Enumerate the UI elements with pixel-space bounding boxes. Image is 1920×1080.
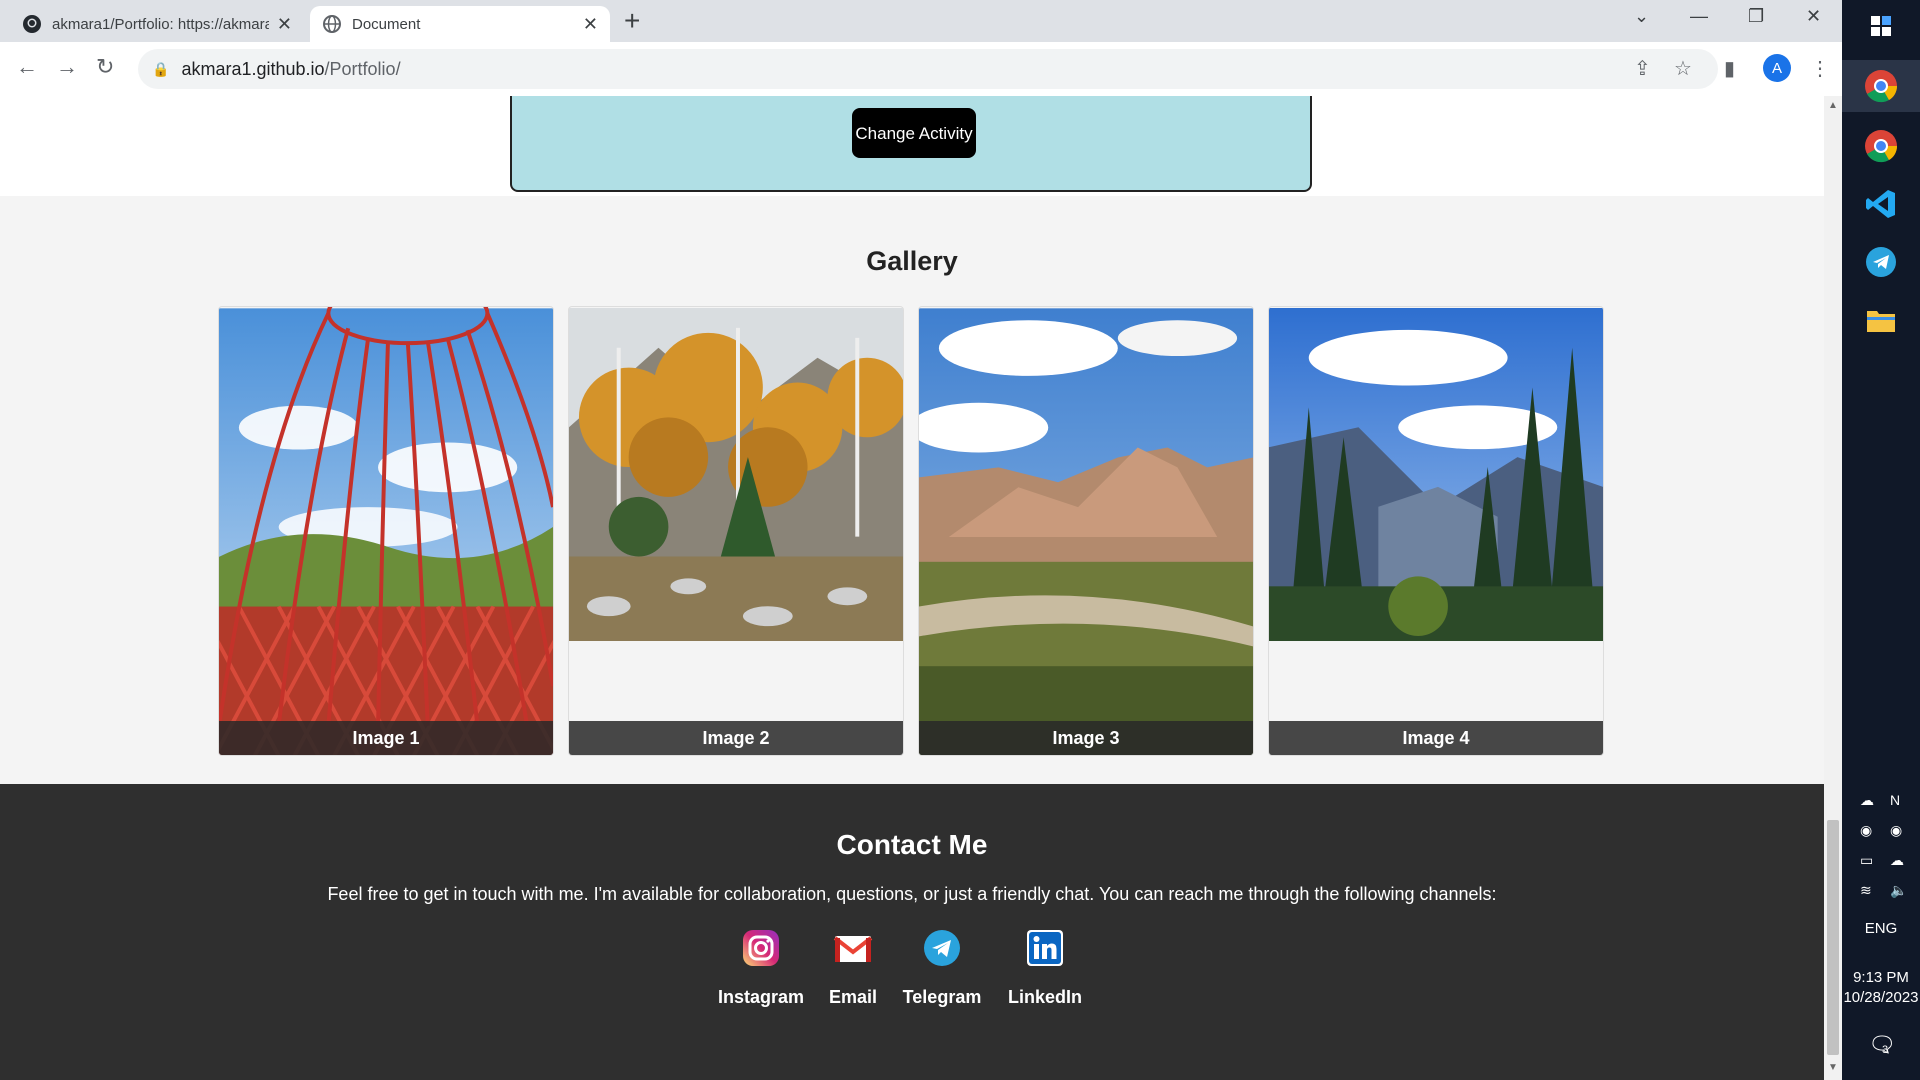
cloud-offline-icon[interactable]: ☁ <box>1860 792 1874 809</box>
contact-text: Feel free to get in touch with me. I'm a… <box>327 884 1497 904</box>
scroll-down-arrow-icon[interactable]: ▼ <box>1828 1062 1838 1073</box>
rss-icon[interactable]: ◉ <box>1890 822 1902 839</box>
chrome-icon[interactable] <box>1861 66 1901 106</box>
reload-icon[interactable]: ↻ <box>96 54 114 80</box>
new-tab-button[interactable]: + <box>624 6 640 36</box>
vscode-icon[interactable] <box>1861 184 1901 224</box>
more-menu-icon[interactable]: ⋮ <box>1810 56 1830 81</box>
gallery-title: Gallery <box>866 246 958 276</box>
gallery-image-1 <box>219 307 553 755</box>
battery-icon[interactable]: ▭ <box>1860 852 1873 869</box>
gallery-image-2 <box>569 307 903 642</box>
close-icon[interactable]: ✕ <box>583 14 598 35</box>
telegram-icon[interactable] <box>1861 242 1901 282</box>
gallery-caption: Image 3 <box>919 721 1253 755</box>
cloud-icon[interactable]: ☁ <box>1890 852 1904 869</box>
profile-avatar[interactable]: A <box>1763 54 1791 82</box>
gallery-image-4 <box>1269 307 1603 642</box>
language-indicator[interactable]: ENG <box>1842 920 1920 937</box>
gallery-image-3 <box>919 308 1253 755</box>
lock-icon: 🔒 <box>152 60 170 77</box>
contact-section: Contact Me Feel free to get in touch wit… <box>0 784 1824 1080</box>
address-bar[interactable]: 🔒 akmara1.github.io/Portfolio/ <box>138 49 1718 89</box>
minimize-icon[interactable]: — <box>1690 6 1708 27</box>
tab-document[interactable]: Document ✕ <box>310 6 610 42</box>
notification-icon[interactable]: 🗨 3 <box>1868 1032 1896 1058</box>
wifi-icon[interactable]: ≋ <box>1860 882 1872 899</box>
volume-icon[interactable]: 🔈 <box>1890 882 1907 899</box>
chevron-down-icon[interactable]: ⌄ <box>1634 6 1649 27</box>
widgets-icon[interactable] <box>1861 6 1901 46</box>
windows-taskbar: ☁ N ◉ ◉ ▭ ☁ ≋ 🔈 ENG 9:13 PM 10/28/2023 🗨… <box>1842 0 1920 1080</box>
activity-section: Change Activity <box>0 96 1824 196</box>
star-icon[interactable]: ☆ <box>1674 56 1692 81</box>
url-host: akmara1.github.io <box>181 58 325 79</box>
restore-icon[interactable]: ❐ <box>1748 6 1764 27</box>
tab-title: akmara1/Portfolio: https://akmara1 <box>52 15 269 33</box>
gallery-section: Gallery Image 1 Image 2 Image 3 Image 4 <box>0 196 1824 784</box>
telegram-icon <box>924 930 960 966</box>
notification-count: 3 <box>1882 1044 1889 1056</box>
channel-label: LinkedIn <box>1007 987 1082 1007</box>
gallery-caption: Image 1 <box>219 721 553 755</box>
contact-telegram-link[interactable]: Telegram <box>887 928 997 1008</box>
contact-title: Contact Me <box>836 829 988 860</box>
gallery-card-2[interactable]: Image 2 <box>568 306 904 756</box>
tab-github-portfolio[interactable]: akmara1/Portfolio: https://akmara1 ✕ <box>10 6 304 42</box>
url-path: /Portfolio/ <box>324 58 401 79</box>
gallery-card-1[interactable]: Image 1 <box>218 306 554 756</box>
close-icon[interactable]: ✕ <box>277 14 292 35</box>
gmail-icon <box>833 936 873 962</box>
contact-linkedin-link[interactable]: LinkedIn <box>990 928 1100 1008</box>
gallery-card-4[interactable]: Image 4 <box>1268 306 1604 756</box>
onenote-icon[interactable]: N <box>1890 792 1900 808</box>
globe-icon <box>323 15 341 33</box>
chrome-icon[interactable] <box>1861 126 1901 166</box>
channel-label: Telegram <box>902 987 982 1007</box>
scroll-up-arrow-icon[interactable]: ▲ <box>1828 100 1838 111</box>
close-window-icon[interactable]: ✕ <box>1806 6 1821 27</box>
activity-box: Change Activity <box>510 96 1312 192</box>
github-icon <box>23 15 41 33</box>
change-activity-button[interactable]: Change Activity <box>852 108 976 158</box>
gallery-caption: Image 4 <box>1269 721 1603 755</box>
gallery-caption: Image 2 <box>569 721 903 755</box>
forward-arrow-icon[interactable]: → <box>56 54 78 80</box>
linkedin-icon <box>1027 930 1063 966</box>
file-explorer-icon[interactable] <box>1861 300 1901 340</box>
clock-date: 10/28/2023 <box>1843 989 1919 1006</box>
clock-time: 9:13 PM <box>1853 969 1909 986</box>
clock[interactable]: 9:13 PM 10/28/2023 <box>1842 968 1920 1008</box>
page-viewport: Change Activity Gallery Image 1 Image 2 … <box>0 96 1824 1080</box>
gallery-card-3[interactable]: Image 3 <box>918 306 1254 756</box>
scrollbar-thumb[interactable] <box>1827 820 1839 1055</box>
back-arrow-icon[interactable]: ← <box>16 54 38 80</box>
browser-toolbar: ← → ↻ 🔒 akmara1.github.io/Portfolio/ ⇪ ☆… <box>0 42 1842 97</box>
tab-strip: akmara1/Portfolio: https://akmara1 ✕ Doc… <box>0 0 1842 42</box>
telegram-tray-icon[interactable]: ◉ <box>1860 822 1872 839</box>
side-panel-icon[interactable]: ▮ <box>1724 56 1735 81</box>
tab-title: Document <box>352 15 421 33</box>
instagram-icon <box>743 930 779 966</box>
share-icon[interactable]: ⇪ <box>1634 56 1651 81</box>
